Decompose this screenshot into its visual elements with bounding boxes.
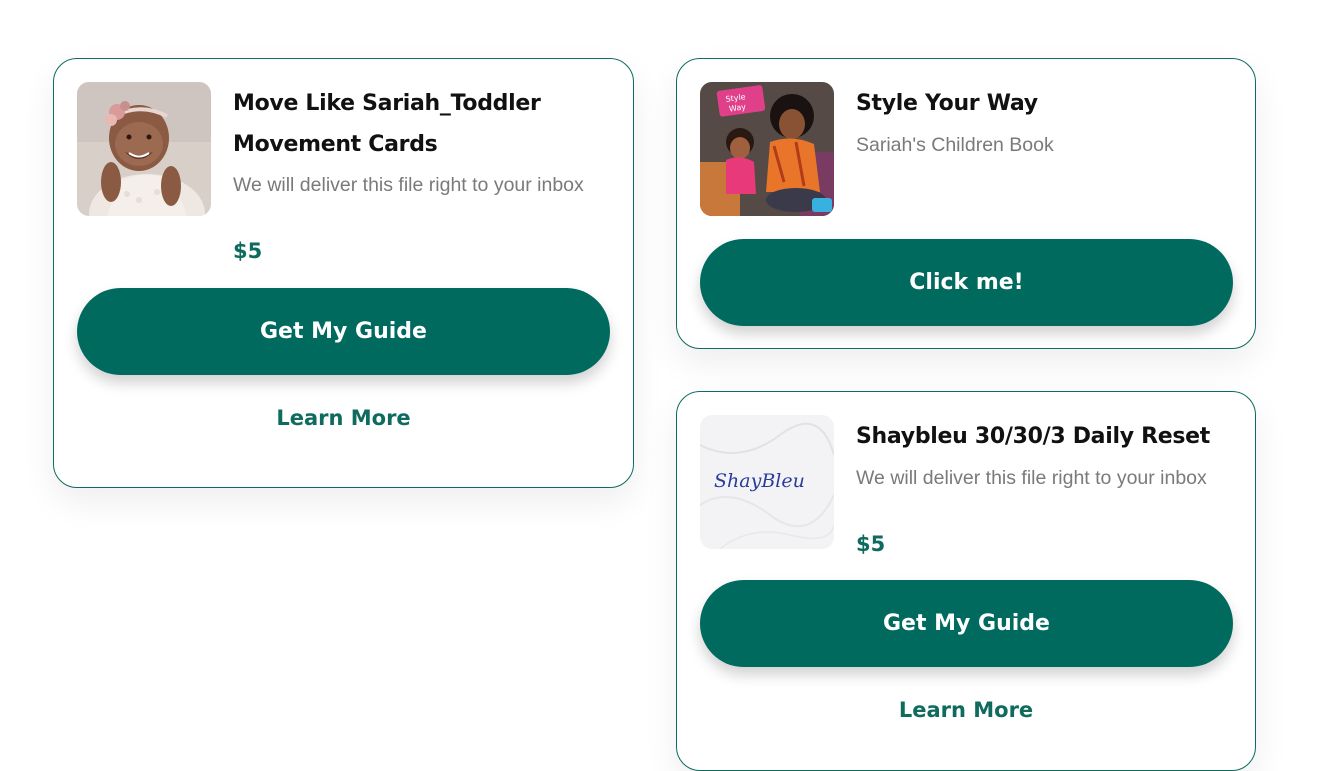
get-my-guide-button[interactable]: Get My Guide xyxy=(77,288,610,375)
learn-more-link[interactable]: Learn More xyxy=(54,406,633,430)
product-subtitle: Sariah's Children Book xyxy=(856,134,1054,156)
click-me-button[interactable]: Click me! xyxy=(700,239,1233,326)
product-description: We will deliver this file right to your … xyxy=(856,467,1207,489)
product-card-style-your-way: Style Way Style Your Way Sariah's Childr… xyxy=(676,58,1256,349)
svg-text:ShayBleu: ShayBleu xyxy=(714,470,805,492)
shaybleu-logo-thumbnail[interactable]: ShayBleu xyxy=(700,415,834,549)
product-card-move-like-sariah: Move Like Sariah_Toddler Movement Cards … xyxy=(53,58,634,488)
product-description: We will deliver this file right to your … xyxy=(233,174,584,196)
product-title[interactable]: Style Your Way xyxy=(856,83,1237,124)
get-my-guide-button[interactable]: Get My Guide xyxy=(700,580,1233,667)
book-cover-thumbnail[interactable]: Style Way xyxy=(700,82,834,216)
baby-photo-thumbnail[interactable] xyxy=(77,82,211,216)
product-title[interactable]: Move Like Sariah_Toddler Movement Cards xyxy=(233,83,613,165)
product-price: $5 xyxy=(856,532,886,556)
product-title[interactable]: Shaybleu 30/30/3 Daily Reset xyxy=(856,416,1237,457)
product-price: $5 xyxy=(233,239,263,263)
learn-more-link[interactable]: Learn More xyxy=(677,698,1255,722)
product-card-shaybleu-daily-reset: ShayBleu Shaybleu 30/30/3 Daily Reset We… xyxy=(676,391,1256,771)
